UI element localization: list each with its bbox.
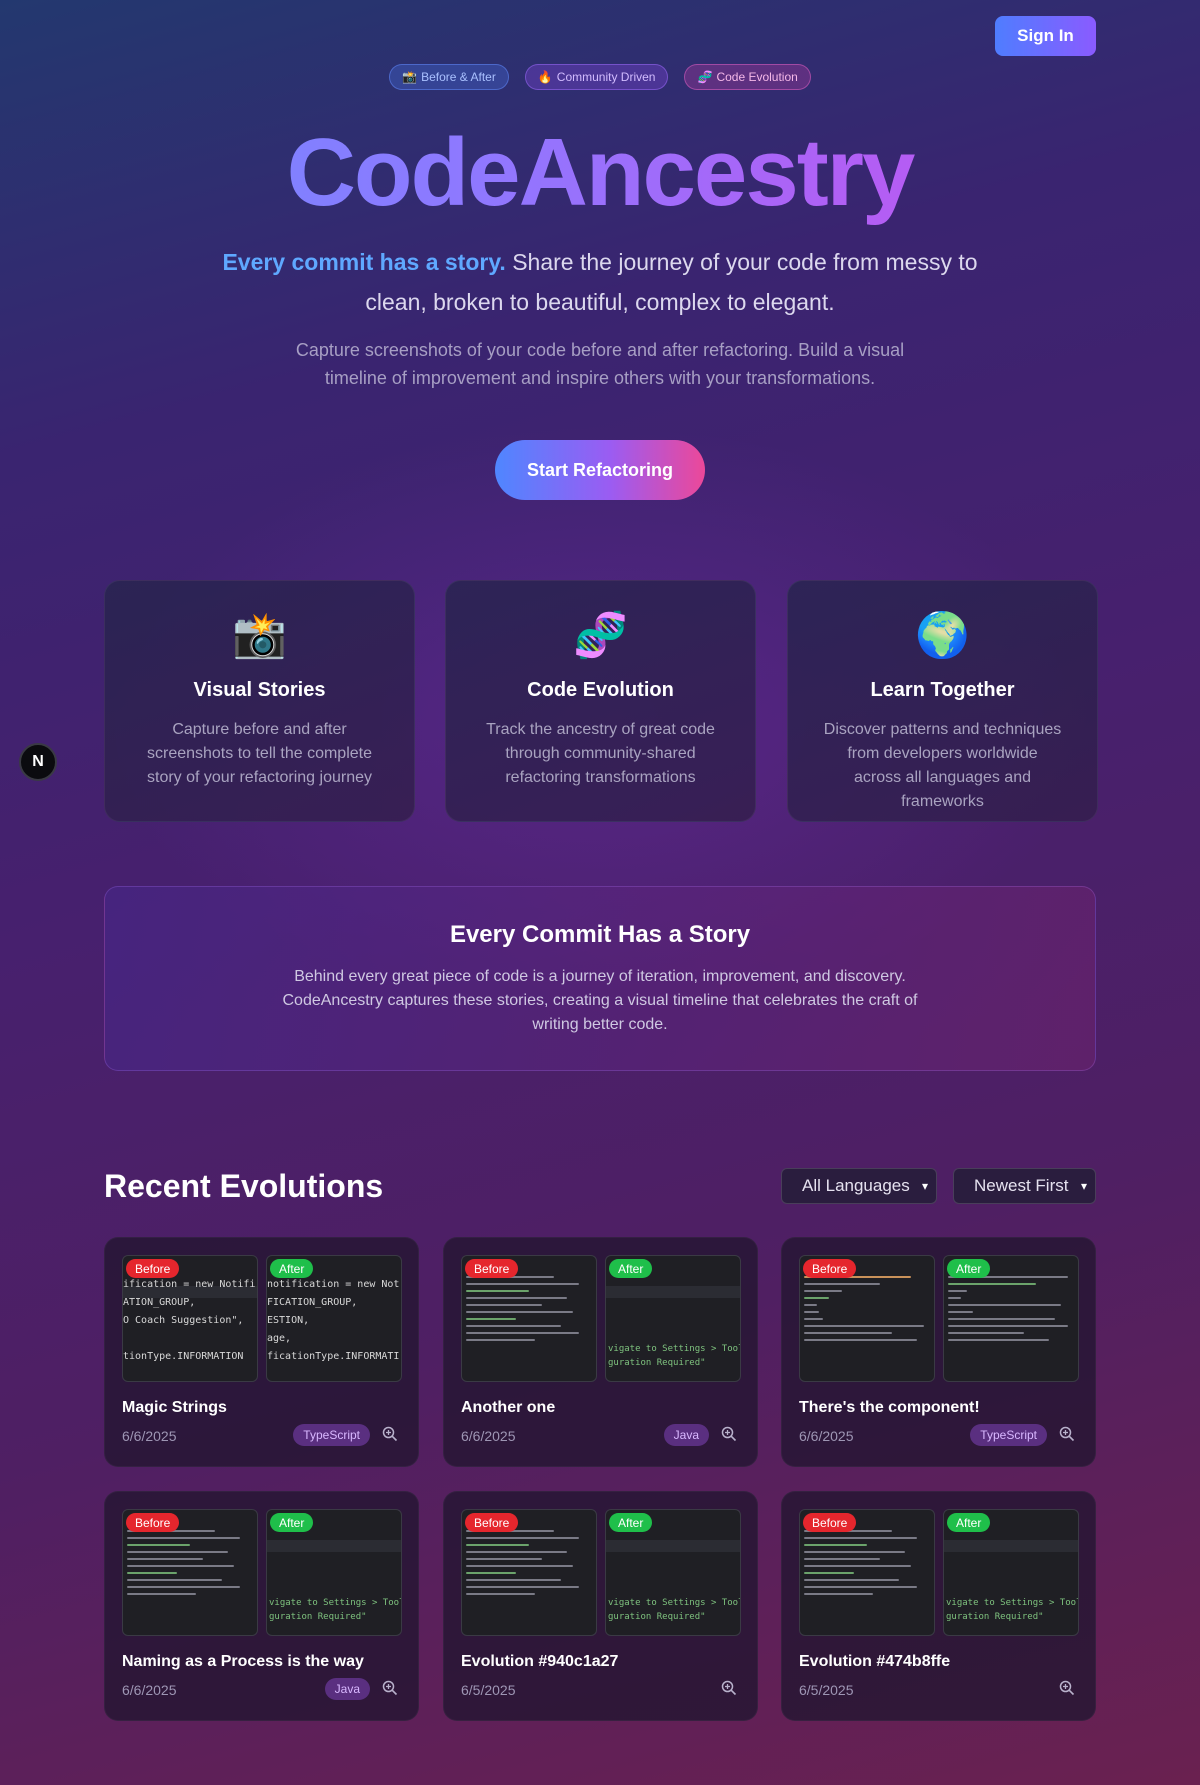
card-title: Magic Strings <box>122 1399 227 1416</box>
before-screenshot[interactable]: Before <box>122 1509 258 1636</box>
feature-title: Learn Together <box>870 679 1015 701</box>
evolution-card[interactable]: Before vigate to Settings > Tools > gura… <box>443 1237 758 1467</box>
feature-card-visual-stories: 📸 Visual Stories Capture before and afte… <box>104 580 415 822</box>
camera-flash-icon: 📸 <box>232 611 287 660</box>
sort-value: Newest First <box>974 1176 1069 1195</box>
chevron-down-icon: ▾ <box>921 1179 928 1193</box>
language-filter-value: All Languages <box>802 1176 910 1195</box>
dna-icon: 🧬 <box>697 70 713 84</box>
story-description: Behind every great piece of code is a jo… <box>282 968 918 1033</box>
after-screenshot[interactable]: vigate to Settings > Tools > guration Re… <box>605 1255 741 1382</box>
after-tag: After <box>270 1513 314 1532</box>
card-date: 6/5/2025 <box>461 1682 516 1698</box>
hero-badges: 📸 Before & After 🔥 Community Driven 🧬 Co… <box>0 64 1200 90</box>
after-screenshot[interactable]: vigate to Settings > Tools > guration Re… <box>943 1509 1079 1636</box>
fire-icon: 🔥 <box>537 70 553 84</box>
chevron-down-icon: ▾ <box>1080 1179 1087 1193</box>
sort-select[interactable]: Newest First ▾ <box>953 1168 1096 1204</box>
badge-community-driven: 🔥 Community Driven <box>524 64 669 90</box>
hero-subtitle: Capture screenshots of your code before … <box>295 340 905 388</box>
card-date: 6/5/2025 <box>799 1682 854 1698</box>
language-badge: TypeScript <box>293 1424 370 1446</box>
badge-code-evolution: 🧬 Code Evolution <box>684 64 811 90</box>
after-screenshot[interactable]: notification = new Not FICATION_GROUP, E… <box>266 1255 402 1382</box>
before-screenshot[interactable]: Before <box>799 1509 935 1636</box>
after-screenshot[interactable]: vigate to Settings > Tools > guration Re… <box>605 1509 741 1636</box>
feature-description: Discover patterns and techniques from de… <box>823 721 1062 810</box>
card-date: 6/6/2025 <box>799 1428 854 1444</box>
card-title: Evolution #474b8ffe <box>799 1653 951 1670</box>
evolution-card[interactable]: Before vigate to Settings > Tools > gura… <box>781 1491 1096 1721</box>
after-tag: After <box>609 1259 653 1278</box>
code-snippet: vigate to Settings > Tools > guration Re… <box>608 1598 740 1622</box>
zoom-in-icon[interactable] <box>382 1426 398 1442</box>
feature-title: Visual Stories <box>193 679 326 701</box>
after-tag: After <box>947 1513 991 1532</box>
card-title: Evolution #940c1a27 <box>461 1653 619 1670</box>
before-screenshot[interactable]: Before <box>799 1255 935 1382</box>
feature-card-code-evolution: 🧬 Code Evolution Track the ancestry of g… <box>445 580 756 822</box>
evolution-card[interactable]: Before After There's the component! 6/6/… <box>781 1237 1096 1467</box>
after-tag: After <box>270 1259 314 1278</box>
code-snippet: vigate to Settings > Tools > guration Re… <box>946 1598 1078 1622</box>
recent-evolutions-title: Recent Evolutions <box>104 1168 384 1204</box>
feature-title: Code Evolution <box>527 679 674 701</box>
card-date: 6/6/2025 <box>122 1682 177 1698</box>
before-screenshot[interactable]: Before <box>461 1509 597 1636</box>
after-screenshot[interactable]: After <box>943 1255 1079 1382</box>
tagline-highlight: Every commit has a story. <box>222 249 506 275</box>
feature-description: Capture before and after screenshots to … <box>146 721 372 786</box>
evolution-card[interactable]: ification = new Notifi ATION_GROUP, O Co… <box>104 1237 419 1467</box>
camera-flash-icon: 📸 <box>402 70 418 84</box>
zoom-in-icon[interactable] <box>1059 1680 1075 1696</box>
evolution-card[interactable]: Before vigate to Settings > Tools > gura… <box>104 1491 419 1721</box>
before-tag: Before <box>465 1259 519 1278</box>
code-snippet: vigate to Settings > Tools > guration Re… <box>608 1344 740 1368</box>
badge-label: Code Evolution <box>716 70 798 84</box>
start-refactoring-button[interactable]: Start Refactoring <box>495 440 705 500</box>
badge-label: Community Driven <box>556 70 656 84</box>
hero-tagline: Every commit has a story. Share the jour… <box>200 242 1000 322</box>
code-snippet: notification = new Not FICATION_GROUP, E… <box>267 1279 400 1362</box>
zoom-in-icon[interactable] <box>721 1680 737 1696</box>
zoom-in-icon[interactable] <box>1059 1426 1075 1442</box>
after-tag: After <box>609 1513 653 1532</box>
card-date: 6/6/2025 <box>461 1428 516 1444</box>
hero-title: CodeAncestry <box>0 118 1200 228</box>
after-screenshot[interactable]: vigate to Settings > Tools > guration Re… <box>266 1509 402 1636</box>
card-date: 6/6/2025 <box>122 1428 177 1444</box>
language-badge: TypeScript <box>970 1424 1047 1446</box>
before-tag: Before <box>126 1259 180 1278</box>
story-title: Every Commit Has a Story <box>449 921 751 948</box>
globe-icon: 🌍 <box>915 611 970 660</box>
code-snippet: ification = new Notifi ATION_GROUP, O Co… <box>123 1279 256 1362</box>
code-snippet: vigate to Settings > Tools > guration Re… <box>269 1598 401 1622</box>
language-badge: Java <box>324 1678 370 1700</box>
badge-before-after: 📸 Before & After <box>389 64 509 90</box>
before-screenshot[interactable]: Before <box>461 1255 597 1382</box>
dna-icon: 🧬 <box>573 611 628 660</box>
after-tag: After <box>947 1259 991 1278</box>
before-tag: Before <box>803 1259 857 1278</box>
zoom-in-icon[interactable] <box>382 1680 398 1696</box>
before-screenshot[interactable]: ification = new Notifi ATION_GROUP, O Co… <box>122 1255 258 1382</box>
card-title: Naming as a Process is the way <box>122 1653 364 1670</box>
zoom-in-icon[interactable] <box>721 1426 737 1442</box>
card-title: There's the component! <box>799 1399 980 1416</box>
card-title: Another one <box>461 1399 556 1416</box>
feature-card-learn-together: 🌍 Learn Together Discover patterns and t… <box>787 580 1098 822</box>
badge-label: Before & After <box>421 70 496 84</box>
feature-description: Track the ancestry of great code through… <box>486 721 715 786</box>
sign-in-button[interactable]: Sign In <box>995 16 1096 56</box>
notification-badge[interactable]: N <box>19 743 57 781</box>
language-badge: Java <box>663 1424 709 1446</box>
before-tag: Before <box>126 1513 180 1532</box>
before-tag: Before <box>465 1513 519 1532</box>
language-filter-select[interactable]: All Languages ▾ <box>781 1168 937 1204</box>
evolution-card[interactable]: Before vigate to Settings > Tools > gura… <box>443 1491 758 1721</box>
story-section: Every Commit Has a Story Behind every gr… <box>104 886 1096 1071</box>
before-tag: Before <box>803 1513 857 1532</box>
